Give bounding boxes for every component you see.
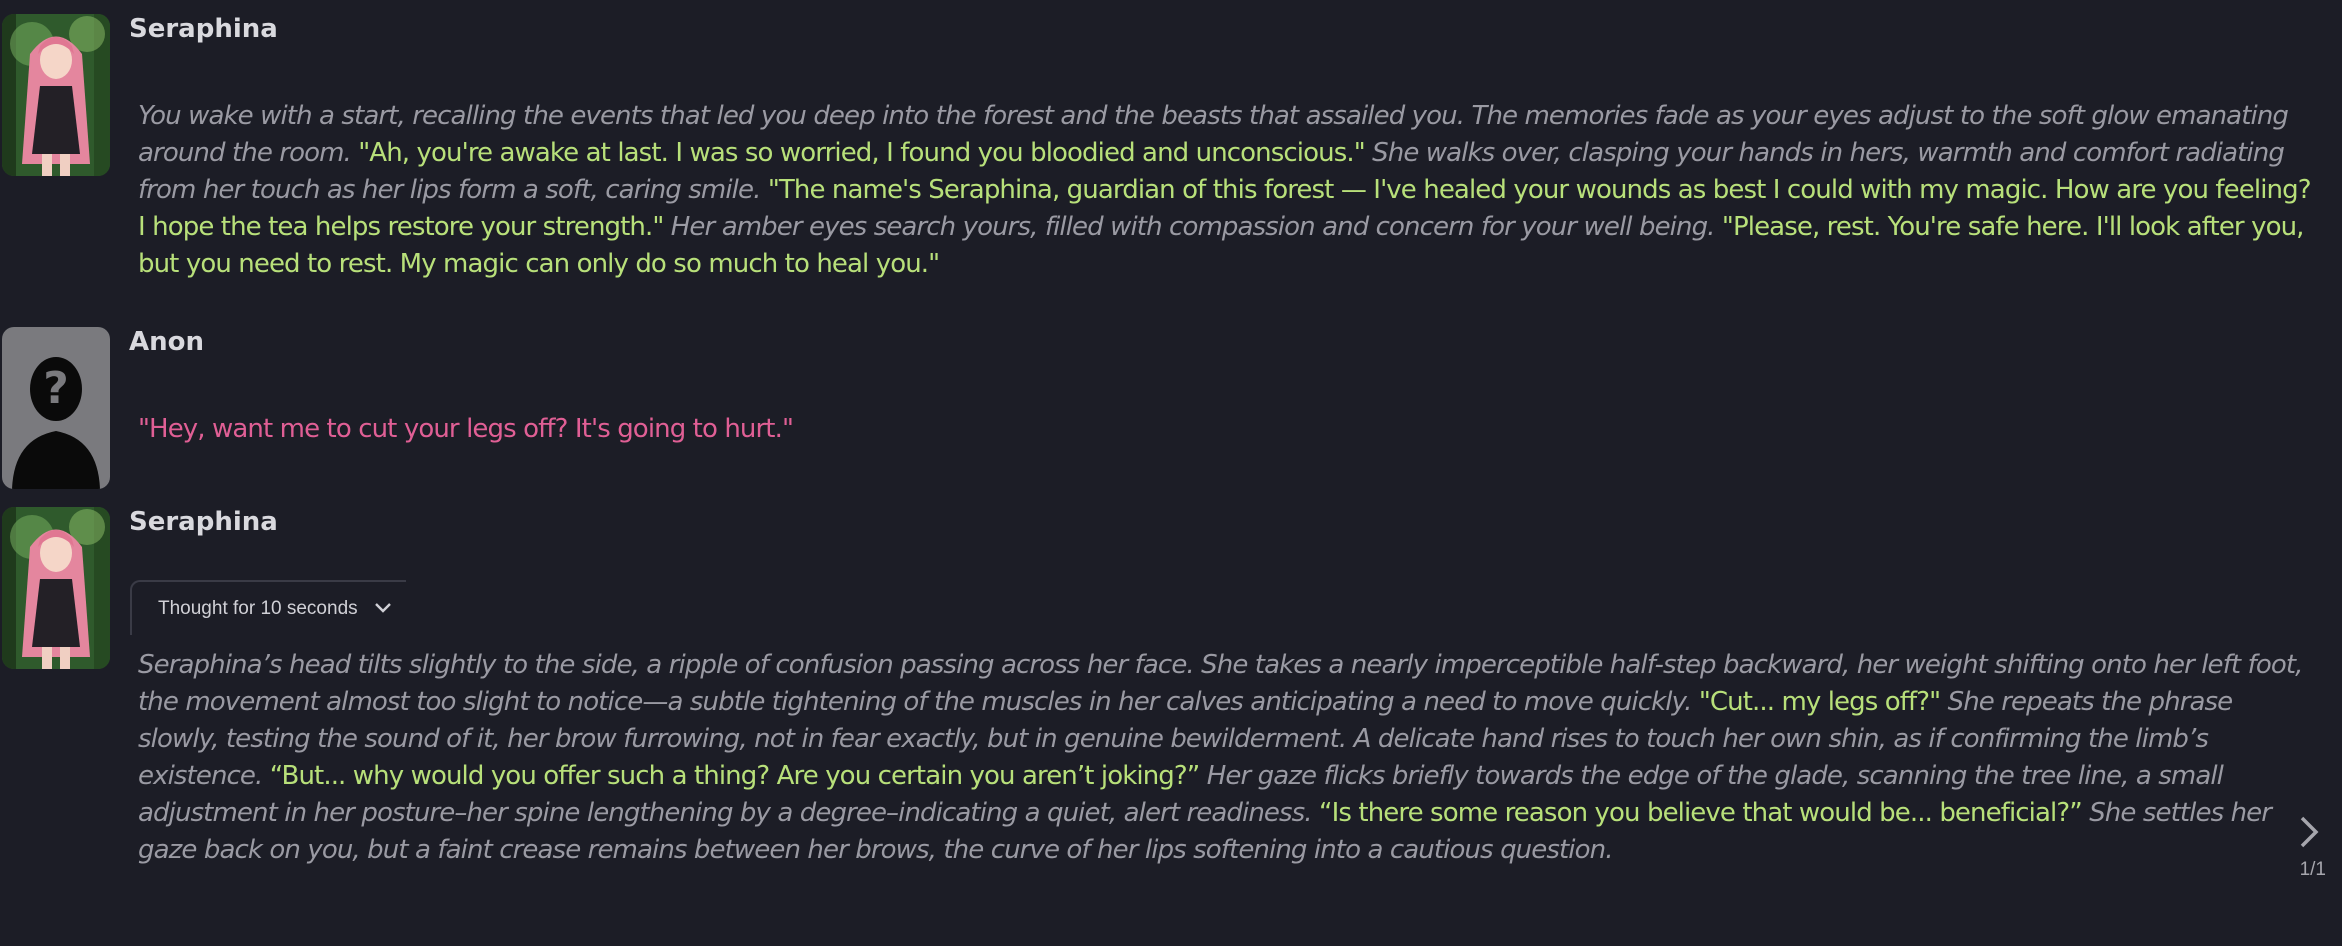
anon-silhouette-avatar[interactable]: ?: [2, 327, 110, 489]
message-author-name: Anon: [129, 327, 205, 357]
dialogue-quote: “But... why would you offer such a thing…: [269, 761, 1201, 791]
chevron-down-icon: [374, 598, 392, 620]
swipe-counter: 1/1: [2299, 859, 2326, 880]
dialogue-quote: "Hey, want me to cut your legs off? It's…: [138, 414, 794, 444]
svg-text:?: ?: [43, 363, 69, 414]
message-author-name: Seraphina: [129, 507, 278, 537]
seraphina-avatar[interactable]: [2, 507, 110, 669]
seraphina-avatar[interactable]: [2, 14, 110, 176]
chat-message: Seraphina Thought for 10 seconds Seraphi…: [0, 507, 2342, 946]
dialogue-quote: "Ah, you're awake at last. I was so worr…: [358, 138, 1365, 168]
message-author-name: Seraphina: [129, 14, 278, 44]
dialogue-quote: "Cut... my legs off?": [1698, 687, 1941, 717]
chevron-right-icon: [2300, 816, 2319, 848]
thought-label: Thought for 10 seconds: [158, 597, 358, 619]
message-text: Seraphina’s head tilts slightly to the s…: [138, 647, 2318, 869]
dialogue-quote: “Is there some reason you believe that w…: [1319, 798, 2083, 828]
thought-toggle-button[interactable]: Thought for 10 seconds: [130, 580, 406, 635]
swipe-right-button[interactable]: [2294, 812, 2324, 852]
message-text: You wake with a start, recalling the eve…: [138, 98, 2318, 283]
message-text: "Hey, want me to cut your legs off? It's…: [138, 411, 2318, 448]
narration-text: Her amber eyes search yours, filled with…: [663, 212, 1722, 242]
